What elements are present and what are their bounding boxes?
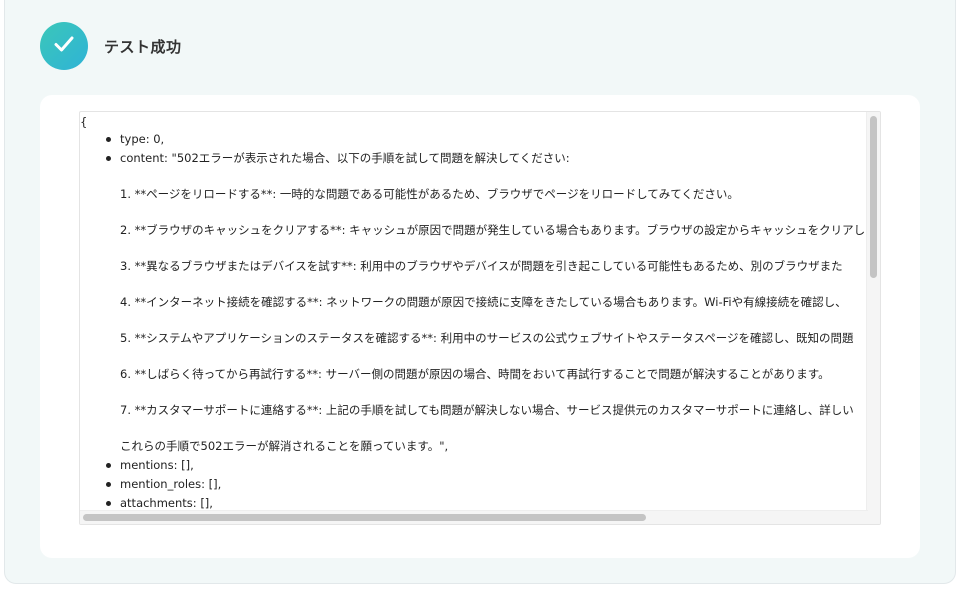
content-step: 1. **ページをリロードする**: 一時的な問題である可能性があるため、ブラウ… [120,187,739,201]
content-closing: これらの手順で502エラーが解消されることを願っています。", [120,439,449,453]
horizontal-scroll-thumb[interactable] [83,514,646,521]
field-mentions: mentions: [], [104,456,865,475]
scroll-corner [867,511,880,524]
output-card: { type: 0, content: "502エラーが表示された場合、以下の手… [40,95,920,558]
output-viewer[interactable]: { type: 0, content: "502エラーが表示された場合、以下の手… [79,111,881,525]
result-title: テスト成功 [104,37,182,56]
content-step: 5. **システムやアプリケーションのステータスを確認する**: 利用中のサービ… [120,331,854,345]
vertical-scrollbar[interactable] [866,112,880,512]
content-step: 7. **カスタマーサポートに連絡する**: 上記の手順を試しても問題が解決しな… [120,403,854,417]
field-content: content: "502エラーが表示された場合、以下の手順を試して問題を解決し… [104,149,865,456]
content-step: 3. **異なるブラウザまたはデバイスを試す**: 利用中のブラウザやデバイスが… [120,259,843,273]
field-mention-roles: mention_roles: [], [104,475,865,494]
horizontal-scrollbar[interactable] [80,510,868,524]
output-content: { type: 0, content: "502エラーが表示された場合、以下の手… [80,112,868,512]
content-step: 2. **ブラウザのキャッシュをクリアする**: キャッシュが原因で問題が発生し… [120,223,866,237]
content-step: 6. **しばらく待ってから再試行する**: サーバー側の問題が原因の場合、時間… [120,367,830,381]
content-step: 4. **インターネット接続を確認する**: ネットワークの問題が原因で接続に支… [120,295,847,309]
success-badge [40,22,88,70]
check-icon [51,31,77,61]
content-intro: content: "502エラーが表示された場合、以下の手順を試して問題を解決し… [120,151,570,165]
vertical-scroll-thumb[interactable] [870,116,877,278]
open-brace: { [80,115,88,129]
field-type: type: 0, [104,130,865,149]
field-list: type: 0, content: "502エラーが表示された場合、以下の手順を… [104,130,865,512]
result-header: テスト成功 [40,22,182,70]
